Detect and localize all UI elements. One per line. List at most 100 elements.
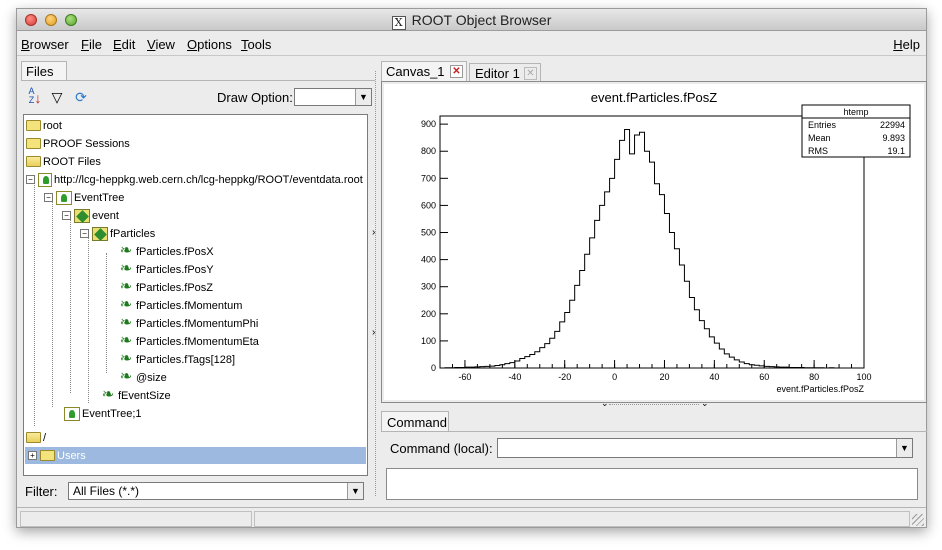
stats-mean-label: Mean (808, 133, 831, 143)
tree-item-label: EventTree;1 (82, 407, 142, 420)
divider (21, 80, 375, 81)
tree-item-leaf[interactable]: ❧ fParticles.fMomentum (118, 295, 243, 314)
tab-editor[interactable]: Editor 1 ✕ (469, 63, 541, 82)
filter-select[interactable]: All Files (*.*) ▼ (68, 482, 364, 500)
tree-item-root-files[interactable]: ROOT Files (26, 153, 101, 170)
close-tab-icon[interactable]: ✕ (524, 67, 537, 80)
stats-rms-label: RMS (808, 146, 828, 156)
leaf-icon: ❧ (119, 295, 133, 313)
folder-icon (26, 138, 41, 149)
tree-item-leaf[interactable]: ❧ fParticles.fMomentumEta (118, 333, 259, 350)
tree-item-label: EventTree (74, 191, 125, 204)
tree-item-label: fParticles.fPosY (136, 263, 214, 276)
menu-tools[interactable]: Tools (241, 37, 271, 52)
y-tick-label: 600 (421, 200, 436, 210)
tree-item-label: fParticles.fMomentumEta (136, 335, 259, 348)
tree-item-proof-sessions[interactable]: PROOF Sessions (26, 135, 130, 152)
tree-connector (88, 235, 89, 403)
chevron-down-icon: ⌄ (601, 398, 609, 408)
y-tick-label: 400 (421, 255, 436, 265)
file-toolbar: A Z↓ ▽ ⟳ Draw Option: ▼ (25, 87, 372, 109)
divider (381, 431, 927, 432)
tree-item-label: @size (136, 371, 167, 384)
chevron-right-icon: › (372, 227, 376, 238)
tree-item-root-file[interactable]: − http://lcg-heppkg.web.cern.ch/lcg-heppk… (26, 171, 363, 188)
draw-option-label: Draw Option: (217, 90, 293, 105)
tree-item-label: fParticles.fPosX (136, 245, 214, 258)
tree-item-event[interactable]: − event (62, 207, 119, 224)
menu-edit[interactable]: Edit (113, 37, 135, 52)
y-tick-label: 200 (421, 309, 436, 319)
folder-icon (26, 120, 41, 131)
command-output[interactable] (386, 468, 918, 500)
leaf-icon: ❧ (119, 259, 133, 277)
tree-connector (70, 217, 71, 393)
tree-item-label: Users (57, 449, 86, 462)
menu-file[interactable]: File (81, 37, 102, 52)
tree-item-label: http://lcg-heppkg.web.cern.ch/lcg-heppkg… (54, 173, 363, 186)
tree-item-leaf[interactable]: ❧ fParticles.fPosX (118, 243, 214, 260)
menu-browser[interactable]: Browser (21, 37, 69, 52)
leaf-icon: ❧ (119, 331, 133, 349)
status-cell (254, 511, 910, 527)
tree-item-label: fParticles.fMomentumPhi (136, 317, 259, 330)
x-tick-label: 100 (856, 372, 871, 382)
collapse-icon[interactable]: − (62, 211, 71, 220)
tree-item-fparticles[interactable]: − fParticles (80, 225, 155, 242)
tab-canvas[interactable]: Canvas_1 ✕ (381, 61, 467, 82)
tree-item-label: fEventSize (118, 389, 171, 402)
command-input[interactable]: ▼ (497, 438, 913, 458)
tree-item-users[interactable]: + Users (28, 447, 86, 464)
tree-item-leaf[interactable]: ❧ fParticles.fPosY (118, 261, 214, 278)
x-axis-label: event.fParticles.fPosZ (776, 384, 864, 394)
menu-view[interactable]: View (147, 37, 175, 52)
tree-item-leaf[interactable]: ❧ @size (118, 369, 167, 386)
filter-icon[interactable]: ▽ (47, 87, 67, 107)
collapse-icon[interactable]: − (80, 229, 89, 238)
tree-item-label: fParticles.fTags[128] (136, 353, 236, 366)
tree-item-label: fParticles.fMomentum (136, 299, 243, 312)
browser-window: X ROOT Object Browser Browser File Edit V… (16, 8, 927, 528)
resize-grip-icon[interactable] (912, 514, 924, 526)
collapse-icon[interactable]: − (26, 175, 35, 184)
tree-item-root[interactable]: root (26, 117, 62, 134)
sort-icon[interactable]: A Z↓ (25, 87, 45, 107)
x-tick-label: -60 (458, 372, 471, 382)
chart-title: event.fParticles.fPosZ (591, 90, 717, 105)
x-tick-label: 0 (612, 372, 617, 382)
menu-help[interactable]: Help (893, 37, 920, 52)
x-tick-label: 20 (659, 372, 669, 382)
vertical-splitter[interactable]: › › (372, 61, 380, 506)
x-tick-label: 80 (809, 372, 819, 382)
canvas-area[interactable]: event.fParticles.fPosZ 0 100 200 300 400 500 6… (381, 81, 927, 403)
tree-item-eventtree[interactable]: − EventTree (44, 189, 124, 206)
tree-item-label: / (43, 431, 47, 444)
collapse-icon[interactable]: − (44, 193, 53, 202)
tree-item-eventtree-1[interactable]: EventTree;1 (64, 405, 142, 422)
menu-options[interactable]: Options (187, 37, 232, 52)
tab-files[interactable]: Files (21, 61, 67, 81)
stats-rms-value: 19.1 (887, 146, 905, 156)
filter-label: Filter: (25, 484, 58, 499)
tree-item-slash[interactable]: / (26, 429, 46, 446)
tree-item-leaf[interactable]: ❧ fEventSize (100, 387, 171, 404)
expand-icon[interactable]: + (28, 451, 37, 460)
command-label: Command (local): (390, 441, 493, 456)
tree-icon (56, 190, 72, 205)
x-tick-label: 60 (759, 372, 769, 382)
x-tick-label: 40 (709, 372, 719, 382)
file-tree[interactable]: root PROOF Sessions ROOT Files − http://l… (23, 114, 368, 476)
status-bar (17, 507, 926, 528)
tree-item-leaf[interactable]: ❧ fParticles.fTags[128] (118, 351, 235, 368)
tree-item-label: ROOT Files (43, 155, 101, 168)
refresh-icon[interactable]: ⟳ (71, 87, 91, 107)
draw-option-select[interactable]: ▼ (294, 88, 372, 106)
tab-command[interactable]: Command (381, 411, 449, 432)
leaf-icon: ❧ (119, 349, 133, 367)
tree-item-leaf[interactable]: ❧ fParticles.fMomentumPhi (118, 315, 259, 332)
chevron-down-icon[interactable]: ▼ (896, 439, 912, 457)
stats-entries-label: Entries (808, 120, 837, 130)
close-tab-icon[interactable]: ✕ (450, 65, 463, 78)
horizontal-splitter[interactable]: ⌄ ⌄ (381, 398, 927, 408)
tree-item-leaf[interactable]: ❧ fParticles.fPosZ (118, 279, 213, 296)
